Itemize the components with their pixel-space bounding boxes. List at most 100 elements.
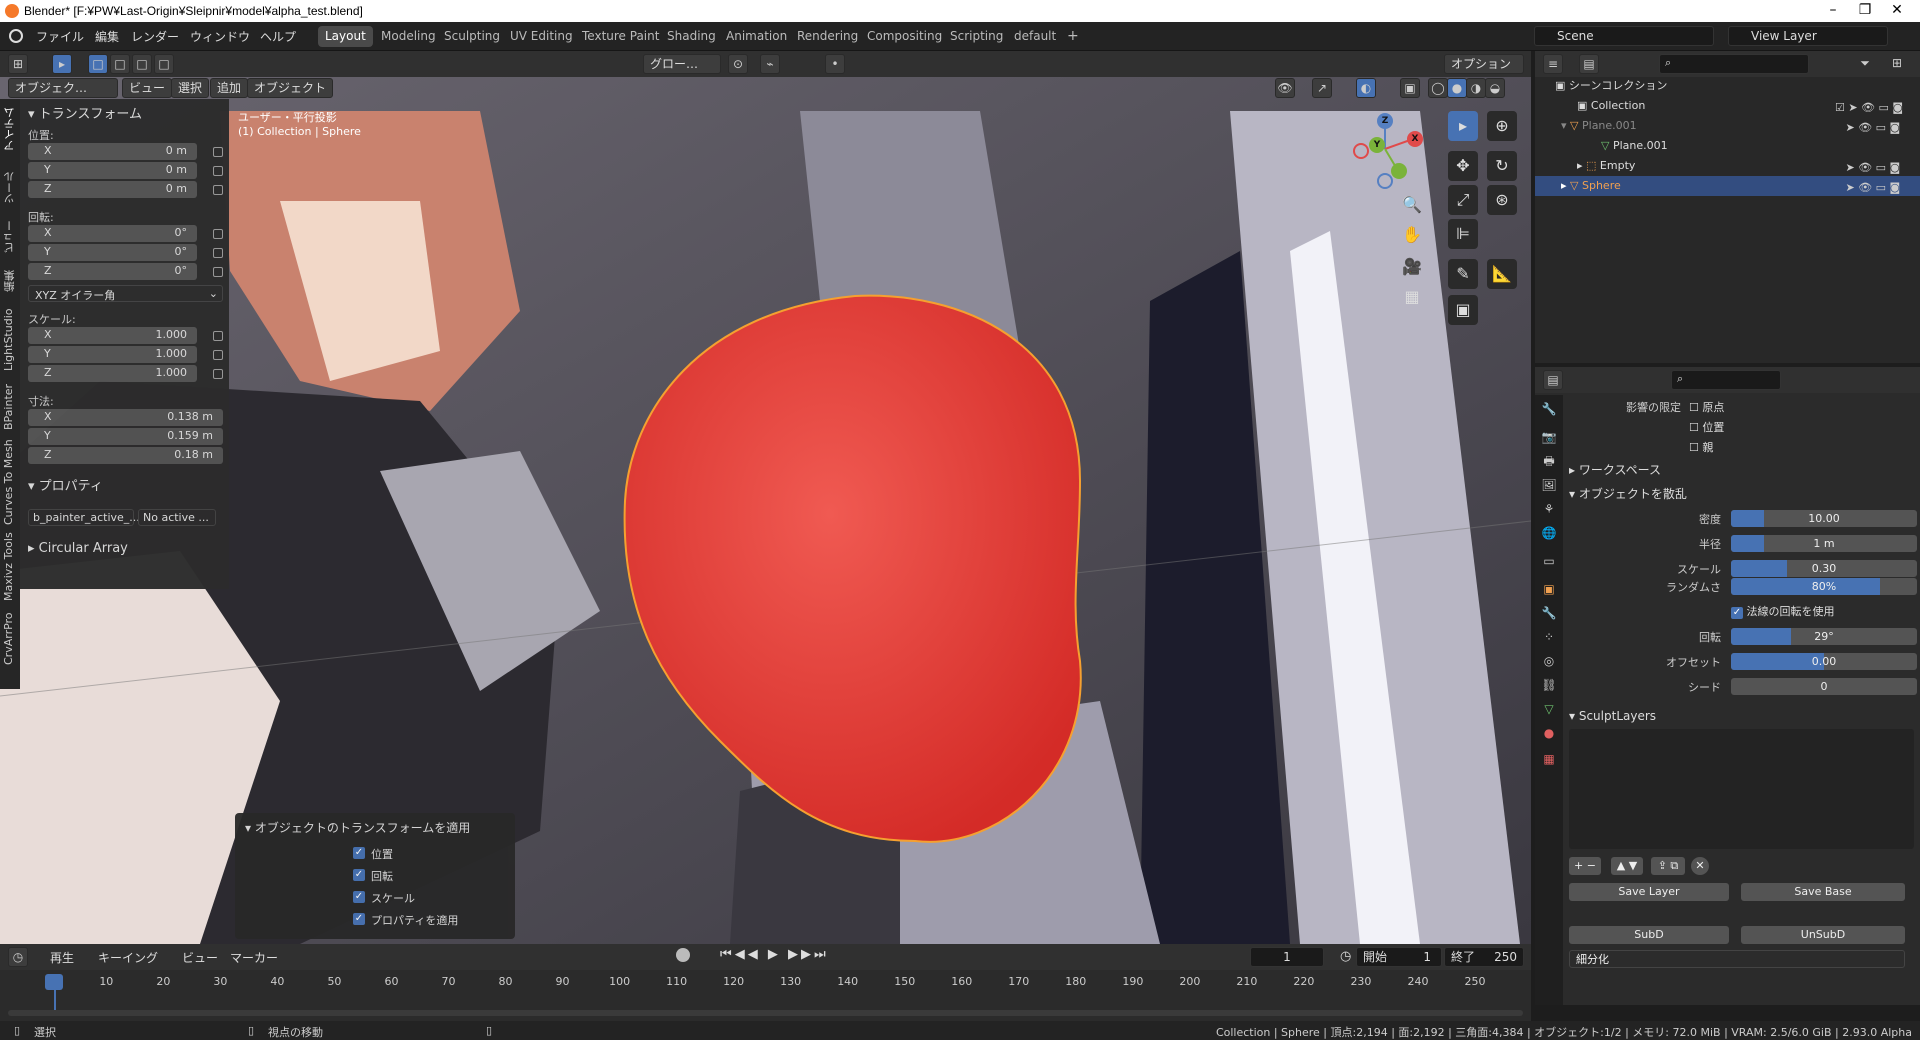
gizmo-x-axis[interactable]: X bbox=[1407, 131, 1423, 147]
gizmo-neg-y[interactable] bbox=[1391, 163, 1407, 179]
tab-maxivz-tools[interactable]: Maxivz Tools bbox=[2, 529, 18, 605]
xray-toggle-icon[interactable]: ▣ bbox=[1400, 78, 1420, 98]
transform-tool-icon[interactable]: ⊛ bbox=[1487, 185, 1517, 215]
visibility-icon[interactable]: 👁 bbox=[1275, 78, 1295, 98]
shading-wireframe-icon[interactable]: ◯ bbox=[1428, 78, 1448, 98]
tab-animation[interactable]: Animation bbox=[719, 26, 794, 47]
options-dropdown[interactable]: オプション bbox=[1444, 54, 1524, 74]
lock-icon[interactable] bbox=[213, 331, 223, 341]
blender-menu-icon[interactable] bbox=[9, 29, 23, 43]
filter-icon[interactable]: ⏷ bbox=[1855, 54, 1875, 74]
new-collection-icon[interactable]: ⊞ bbox=[1887, 54, 1907, 74]
timeline-scrollbar[interactable] bbox=[8, 1010, 1523, 1016]
location-x-field[interactable]: X0 m bbox=[28, 143, 197, 160]
tab-tool[interactable]: ツール bbox=[2, 163, 18, 213]
scale-x-field[interactable]: X 1.000 bbox=[28, 327, 197, 344]
3d-viewport[interactable]: ⊞ ▸ □ □ □ □ グロー… ⊙ ⌁ • オプション オブジェク… ビュー … bbox=[0, 51, 1531, 944]
tab-curves-to-mesh[interactable]: Curves To Mesh bbox=[2, 439, 18, 525]
tab-rendering[interactable]: Rendering bbox=[790, 26, 865, 47]
menu-file[interactable]: ファイル bbox=[36, 28, 84, 45]
tab-modeling[interactable]: Modeling bbox=[374, 26, 443, 47]
radius-slider[interactable]: 1 m bbox=[1731, 535, 1917, 552]
lock-icon[interactable] bbox=[213, 350, 223, 360]
offset-slider[interactable]: 0.00 bbox=[1731, 653, 1917, 670]
section-sculpt-layers[interactable]: ▾ SculptLayers bbox=[1569, 709, 1656, 723]
section-circular-array[interactable]: ▸ Circular Array bbox=[28, 541, 128, 556]
world-tab-icon[interactable]: 🌐 bbox=[1539, 523, 1559, 543]
mode-dropdown[interactable]: オブジェク… bbox=[8, 78, 118, 98]
physics-tab-icon[interactable]: ◎ bbox=[1539, 651, 1559, 671]
pivot-point-icon[interactable]: ⊙ bbox=[728, 54, 748, 74]
pan-hand-icon[interactable]: ✋ bbox=[1400, 223, 1424, 247]
origin-checkbox[interactable]: ☐ 原点 bbox=[1689, 399, 1724, 415]
tab-crvarrpro[interactable]: CrvArrPro bbox=[2, 609, 18, 669]
scene-tab-icon[interactable]: ⚘ bbox=[1539, 499, 1559, 519]
data-tab-icon[interactable]: ▽ bbox=[1539, 699, 1559, 719]
tab-uv-editing[interactable]: UV Editing bbox=[503, 26, 580, 47]
menu-render[interactable]: レンダー bbox=[131, 28, 179, 45]
minimize-button[interactable]: – bbox=[1818, 2, 1848, 18]
select-tool-icon[interactable]: ▸ bbox=[1448, 111, 1478, 141]
location-y-field[interactable]: Y0 m bbox=[28, 162, 197, 179]
subd-button[interactable]: SubD bbox=[1569, 926, 1729, 944]
scale-y-field[interactable]: Y 1.000 bbox=[28, 346, 197, 363]
zoom-icon[interactable]: 🔍 bbox=[1400, 193, 1424, 217]
export-layer-icon[interactable]: ⇪ ⧉ bbox=[1651, 857, 1685, 875]
lock-icon[interactable] bbox=[213, 147, 223, 157]
shading-solid-icon[interactable]: ● bbox=[1447, 78, 1467, 98]
gizmo-y-axis[interactable]: Y bbox=[1369, 137, 1385, 153]
scene-collection-row[interactable]: ▣ シーンコレクション bbox=[1535, 76, 1920, 96]
rotate-tool-icon[interactable]: ↻ bbox=[1487, 151, 1517, 181]
section-properties[interactable]: ▾ プロパティ bbox=[28, 475, 103, 494]
subdivide-dropdown[interactable]: 細分化 bbox=[1569, 950, 1905, 968]
apply-location-checkbox[interactable]: ✓ bbox=[353, 847, 365, 859]
tab-bpainter[interactable]: BPainter bbox=[2, 379, 18, 435]
render-tab-icon[interactable]: 📷 bbox=[1539, 427, 1559, 447]
snap-icon[interactable]: ⌁ bbox=[760, 54, 780, 74]
dimension-z-field[interactable]: Z 0.18 m bbox=[28, 447, 223, 464]
gizmo-z-axis[interactable]: Z bbox=[1377, 113, 1393, 129]
tab-shading[interactable]: Shading bbox=[660, 26, 723, 47]
tab-view[interactable]: ビュー bbox=[2, 217, 18, 257]
menu-help[interactable]: ヘルプ bbox=[260, 28, 296, 45]
select-mode-new-icon[interactable]: □ bbox=[88, 54, 108, 74]
overlay-toggle-icon[interactable]: ◐ bbox=[1356, 78, 1376, 98]
tab-edit[interactable]: 編集 bbox=[2, 261, 18, 301]
visibility-toggle-icons[interactable]: ➤ 👁 ▭ ◙ bbox=[1835, 158, 1903, 178]
apply-properties-checkbox[interactable]: ✓ bbox=[353, 913, 365, 925]
lock-icon[interactable] bbox=[213, 229, 223, 239]
property-name-field[interactable]: b_painter_active_... bbox=[28, 509, 140, 526]
properties-editor-icon[interactable]: ▤ bbox=[1543, 370, 1563, 390]
scale-z-field[interactable]: Z 1.000 bbox=[28, 365, 197, 382]
apply-scale-checkbox[interactable]: ✓ bbox=[353, 891, 365, 903]
outliner-editor-icon[interactable]: ≡ bbox=[1543, 54, 1563, 74]
parent-checkbox[interactable]: ☐ 親 bbox=[1689, 439, 1713, 455]
navigation-gizmo[interactable]: Z X Y bbox=[1345, 109, 1425, 189]
rotation-y-field[interactable]: Y 0° bbox=[28, 244, 197, 261]
gizmo-neg-x[interactable] bbox=[1353, 143, 1369, 159]
shading-material-icon[interactable]: ◑ bbox=[1466, 78, 1486, 98]
tab-default[interactable]: default bbox=[1007, 26, 1063, 47]
grid-toggle-icon[interactable]: ▦ bbox=[1400, 285, 1424, 309]
view-layer-selector[interactable]: View Layer bbox=[1728, 26, 1888, 46]
particles-tab-icon[interactable]: ⁘ bbox=[1539, 627, 1559, 647]
add-remove-layer-buttons[interactable]: + − bbox=[1569, 857, 1601, 875]
tool-tab-icon[interactable]: 🔧 bbox=[1539, 399, 1559, 419]
select-mode-subtract-icon[interactable]: □ bbox=[132, 54, 152, 74]
material-tab-icon[interactable]: ● bbox=[1539, 723, 1559, 743]
scale-slider[interactable]: 0.30 bbox=[1731, 560, 1917, 577]
view-layer-tab-icon[interactable]: 🖼 bbox=[1539, 475, 1559, 495]
add-workspace-button[interactable]: + bbox=[1060, 26, 1086, 47]
property-value-dropdown[interactable]: No active ... bbox=[138, 509, 216, 526]
visibility-toggle-icons[interactable]: ➤ 👁 ▭ ◙ bbox=[1835, 178, 1903, 198]
menu-object[interactable]: オブジェクト bbox=[247, 78, 334, 98]
tab-lightstudio[interactable]: LightStudio bbox=[2, 305, 18, 375]
editor-type-icon[interactable]: ⊞ bbox=[8, 54, 28, 74]
section-scatter-objects[interactable]: ▾ オブジェクトを散乱 bbox=[1569, 485, 1687, 502]
lock-icon[interactable] bbox=[213, 267, 223, 277]
menu-window[interactable]: ウィンドウ bbox=[190, 28, 250, 45]
scene-selector[interactable]: Scene bbox=[1534, 26, 1714, 46]
tab-texture-paint[interactable]: Texture Paint bbox=[575, 26, 666, 47]
save-base-button[interactable]: Save Base bbox=[1741, 883, 1905, 901]
seed-field[interactable]: 0 bbox=[1731, 678, 1917, 695]
